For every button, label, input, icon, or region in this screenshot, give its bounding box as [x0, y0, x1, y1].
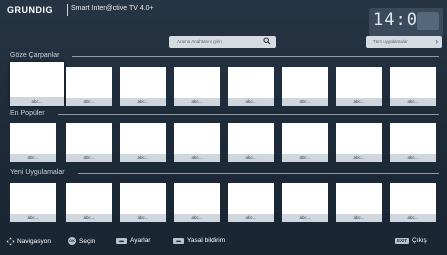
brand-logo: GRUNDIG — [7, 5, 53, 15]
app-tile-label: abc... — [10, 154, 56, 162]
search-placeholder: Arama Anahtarını girin — [177, 39, 222, 44]
chevron-right-icon: › — [435, 37, 438, 46]
app-tile-label: abc... — [10, 214, 56, 222]
app-tile[interactable]: abc... — [66, 123, 112, 162]
app-tile-label: abc... — [228, 154, 274, 162]
info-key-icon: ▬ — [173, 237, 184, 244]
all-apps-label: Tüm uygulamalar — [373, 39, 408, 44]
app-tile[interactable]: abc... — [120, 183, 166, 222]
app-tile-label: abc... — [390, 98, 436, 106]
app-tile[interactable]: abc... — [66, 183, 112, 222]
footer-legend: Navigasyon OK Seçin ▬ Ayarlar ▬ Yasal bi… — [0, 232, 447, 255]
section-divider — [58, 114, 439, 115]
app-tile[interactable]: abc... — [282, 123, 328, 162]
app-tile[interactable]: abc... — [336, 183, 382, 222]
app-tile[interactable]: abc... — [228, 123, 274, 162]
legend-legal-label: Yasal bildirim — [187, 237, 226, 244]
legend-settings: ▬ Ayarlar — [116, 237, 150, 244]
menu-key-icon: ▬ — [116, 237, 127, 244]
app-tile[interactable]: abc... — [174, 67, 220, 106]
legend-exit-label: Çıkış — [412, 237, 427, 244]
app-tile-label: abc... — [66, 214, 112, 222]
legend-navigate-label: Navigasyon — [17, 238, 51, 245]
section-divider — [78, 173, 439, 174]
app-tile[interactable]: abc... — [390, 183, 436, 222]
app-tile[interactable]: abc... — [10, 183, 56, 222]
app-tile[interactable]: abc... — [10, 123, 56, 162]
legend-exit: EXIT Çıkış — [395, 237, 427, 244]
exit-key-icon: EXIT — [395, 237, 409, 244]
clock-widget: 14:00 — [369, 8, 443, 36]
app-tile[interactable]: abc... — [390, 123, 436, 162]
section-divider — [72, 56, 439, 57]
app-tile[interactable]: abc... — [390, 67, 436, 106]
app-tile-label: abc... — [120, 98, 166, 106]
legend-navigate: Navigasyon — [6, 237, 51, 246]
ok-key-icon: OK — [68, 237, 76, 245]
app-tile[interactable]: abc... — [228, 183, 274, 222]
header: GRUNDIG Smart Inter@ctive TV 4.0+ 14:00 — [0, 0, 447, 36]
app-tile-label: abc... — [174, 98, 220, 106]
app-tile-label: abc... — [120, 154, 166, 162]
app-tile-label: abc... — [282, 154, 328, 162]
app-tile[interactable]: abc... — [282, 183, 328, 222]
app-tile-label: abc... — [66, 98, 112, 106]
app-tile-label: abc... — [10, 97, 64, 106]
app-tile-label: abc... — [336, 154, 382, 162]
legend-legal: ▬ Yasal bildirim — [173, 237, 225, 244]
app-tile[interactable]: abc... — [66, 67, 112, 106]
platform-title: Smart Inter@ctive TV 4.0+ — [71, 5, 154, 12]
clock-extra — [417, 12, 439, 30]
logo-divider — [67, 4, 68, 16]
legend-select-label: Seçin — [79, 237, 96, 245]
app-tile-label: abc... — [174, 154, 220, 162]
smart-tv-app-store: GRUNDIG Smart Inter@ctive TV 4.0+ 14:00 … — [0, 0, 447, 255]
app-tile[interactable]: abc... — [120, 67, 166, 106]
app-tile[interactable]: abc... — [336, 123, 382, 162]
section-title-featured: Göze Çarpanlar — [10, 52, 60, 59]
app-tile-label: abc... — [120, 214, 166, 222]
app-tile-label: abc... — [228, 214, 274, 222]
legend-settings-label: Ayarlar — [130, 237, 151, 244]
legend-select: OK Seçin — [68, 237, 95, 245]
app-tile[interactable]: abc... — [174, 123, 220, 162]
all-apps-button[interactable]: Tüm uygulamalar › — [366, 36, 442, 48]
app-tile[interactable]: abc... — [10, 62, 64, 106]
search-icon — [263, 37, 271, 45]
navigation-arrows-icon — [6, 237, 15, 246]
section-title-popular: En Popüler — [10, 110, 45, 117]
app-tile[interactable]: abc... — [282, 67, 328, 106]
app-tile-label: abc... — [336, 98, 382, 106]
app-tile-label: abc... — [390, 214, 436, 222]
app-tile-label: abc... — [282, 98, 328, 106]
app-tile-label: abc... — [66, 154, 112, 162]
search-input[interactable]: Arama Anahtarını girin — [169, 36, 276, 48]
app-tile-label: abc... — [174, 214, 220, 222]
app-tile-label: abc... — [336, 214, 382, 222]
section-title-new-apps: Yeni Uygulamalar — [10, 169, 65, 176]
app-tile[interactable]: abc... — [228, 67, 274, 106]
app-tile-label: abc... — [282, 214, 328, 222]
app-tile-label: abc... — [390, 154, 436, 162]
app-tile[interactable]: abc... — [120, 123, 166, 162]
app-tile[interactable]: abc... — [174, 183, 220, 222]
app-tile[interactable]: abc... — [336, 67, 382, 106]
app-tile-label: abc... — [228, 98, 274, 106]
